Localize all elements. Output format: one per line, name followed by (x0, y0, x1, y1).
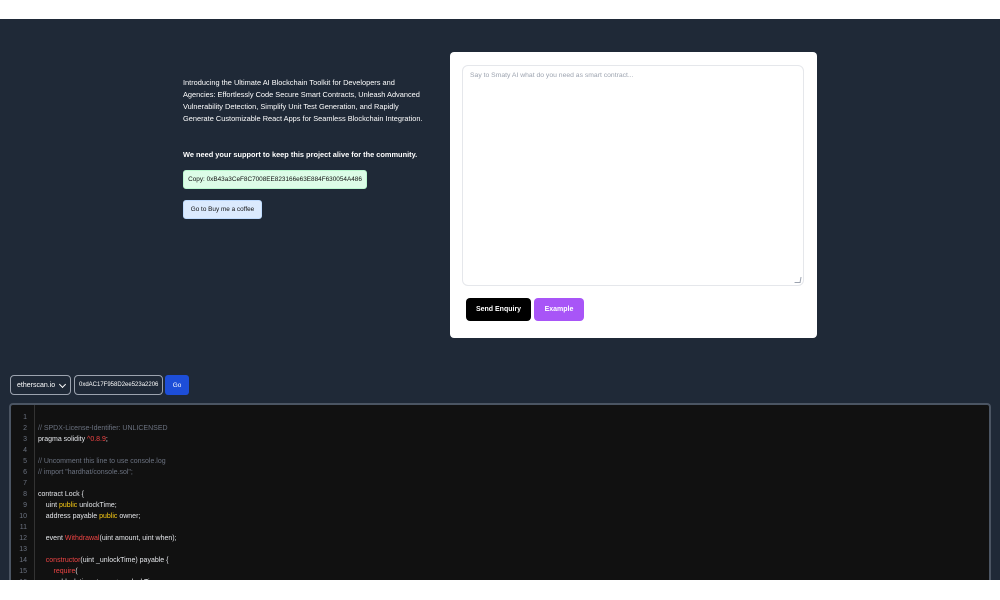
code-line: 6 // import "hardhat/console.sol"; (11, 467, 989, 478)
code-line: 4 (11, 445, 989, 456)
code-line: 8 contract Lock { (11, 489, 989, 500)
line-number: 15 (19, 568, 27, 575)
example-button[interactable]: Example (534, 298, 584, 321)
code-token: ( (75, 568, 78, 575)
top-bar (0, 0, 1000, 19)
code-token: event (38, 535, 65, 542)
code-line: 2 // SPDX-License-Identifier: UNLICENSED (11, 423, 989, 434)
copy-address-button[interactable]: Copy: 0xB43a3CeF8C7008EE823166e63E884F63… (183, 170, 367, 189)
code-token: unlockTime; (77, 502, 117, 509)
code-line: 5 // Uncomment this line to use console.l… (11, 456, 989, 467)
code-text: // Uncomment this line to use console.lo… (38, 456, 166, 467)
code-text: require( (38, 566, 78, 577)
resize-handle-icon[interactable] (794, 277, 802, 283)
code-editor[interactable]: 1 2// SPDX-License-Identifier: UNLICENSED… (9, 403, 991, 599)
line-number: 10 (19, 513, 27, 520)
code-token: (uint _unlockTime) payable { (80, 557, 169, 564)
code-line: 1 (11, 412, 989, 423)
code-token: owner; (117, 513, 141, 520)
code-text: contract Lock { (38, 489, 84, 500)
code-lines: 1 2// SPDX-License-Identifier: UNLICENSED… (11, 412, 989, 588)
code-token: address payable (38, 513, 100, 520)
line-number: 3 (23, 436, 27, 443)
line-number: 11 (19, 524, 27, 531)
enquiry-card: Say to Smaty AI what do you need as smar… (450, 52, 817, 338)
line-number: 6 (23, 469, 27, 476)
code-text: address payable public owner; (38, 511, 141, 522)
code-token: public (99, 513, 118, 520)
code-token: uint (38, 502, 60, 509)
prompt-placeholder: Say to Smaty AI what do you need as smar… (470, 72, 634, 79)
code-line: 7 (11, 478, 989, 489)
code-line: 9 uint public unlockTime; (11, 500, 989, 511)
bottom-bar (0, 580, 1000, 600)
contract-address-input[interactable]: 0xdAC17F958D2ee523a2206 (74, 375, 163, 395)
code-token: // SPDX-License-Identifier: UNLICENSED (38, 425, 168, 432)
main-panel: Introducing the Ultimate AI Blockchain T… (0, 19, 1000, 599)
line-number: 2 (23, 425, 27, 432)
code-text: // import "hardhat/console.sol"; (38, 467, 133, 478)
line-number: 13 (19, 546, 27, 553)
code-token: require (38, 568, 76, 575)
code-text: // SPDX-License-Identifier: UNLICENSED (38, 423, 168, 434)
code-line: 13 (11, 544, 989, 555)
code-text: pragma solidity ^0.8.9; (38, 434, 108, 445)
code-text: uint public unlockTime; (38, 500, 117, 511)
send-enquiry-button[interactable]: Send Enquiry (466, 298, 531, 321)
go-button[interactable]: Go (165, 375, 189, 395)
code-text: event Withdrawal(uint amount, uint when)… (38, 533, 177, 544)
code-line: 3 pragma solidity ^0.8.9; (11, 434, 989, 445)
buy-coffee-button[interactable]: Go to Buy me a coffee (183, 200, 262, 219)
line-number: 9 (23, 502, 27, 509)
line-number: 8 (23, 491, 27, 498)
line-number: 5 (23, 458, 27, 465)
code-token: public (59, 502, 78, 509)
chevron-down-icon (58, 380, 67, 389)
line-number: 12 (19, 535, 27, 542)
line-number: 1 (23, 414, 27, 421)
code-token: (uint amount, uint when); (99, 535, 177, 542)
code-line: 11 (11, 522, 989, 533)
code-token: constructor (38, 557, 81, 564)
explorer-select[interactable]: etherscan.io (10, 375, 71, 395)
code-token: // Uncomment this line to use console.lo… (38, 458, 166, 465)
code-token: ^0.8.9 (87, 436, 106, 443)
code-token: ; (105, 436, 108, 443)
code-line: 10 address payable public owner; (11, 511, 989, 522)
code-text: constructor(uint _unlockTime) payable { (38, 555, 169, 566)
code-line: 15 require( (11, 566, 989, 577)
explorer-selected: etherscan.io (17, 381, 56, 389)
code-token: contract Lock { (38, 491, 84, 498)
prompt-textarea[interactable]: Say to Smaty AI what do you need as smar… (462, 65, 804, 286)
code-line: 14 constructor(uint _unlockTime) payable… (11, 555, 989, 566)
line-number: 4 (23, 447, 27, 454)
code-token: Withdrawal (64, 535, 100, 542)
intro-text: Introducing the Ultimate AI Blockchain T… (183, 78, 423, 123)
code-token: // import "hardhat/console.sol"; (38, 469, 133, 476)
code-token: pragma solidity (38, 436, 88, 443)
line-number: 7 (23, 480, 27, 487)
support-text: We need your support to keep this projec… (183, 150, 418, 159)
code-line: 12 event Withdrawal(uint amount, uint wh… (11, 533, 989, 544)
line-number: 14 (19, 557, 27, 564)
